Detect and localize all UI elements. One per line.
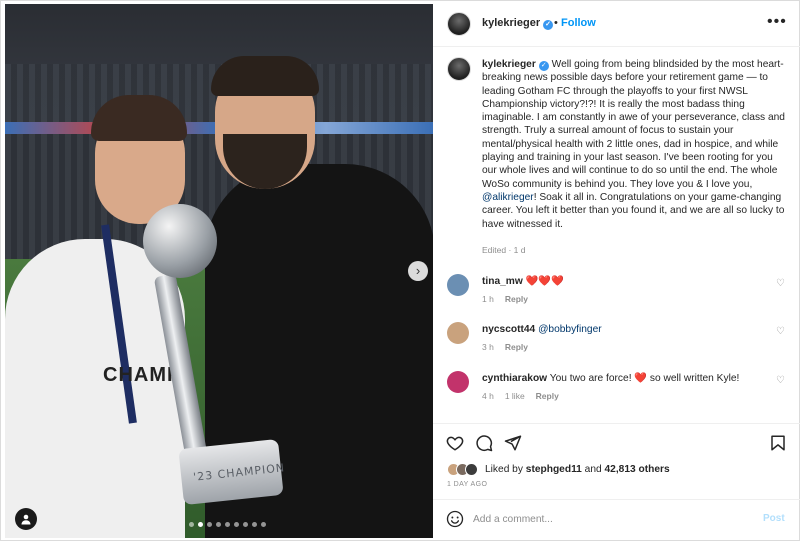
likes-text[interactable]: Liked by stephged11 and 42,813 others xyxy=(485,464,670,475)
carousel-dot xyxy=(261,522,266,527)
next-image-icon[interactable]: › xyxy=(408,261,428,281)
comment-meta: 4 h 1 like Reply xyxy=(482,391,570,401)
commenter-avatar[interactable] xyxy=(447,322,469,344)
heart-icon[interactable]: ♡ xyxy=(776,326,785,337)
action-bar xyxy=(433,423,800,459)
carousel-dot xyxy=(225,522,230,527)
header-separator: • xyxy=(554,17,558,29)
instagram-post-modal: CHAMPI '23 CHAMPION › kylekrieger ✓ • Fol… xyxy=(0,0,800,541)
comment-username[interactable]: tina_mw xyxy=(482,276,523,287)
comment-username[interactable]: nycscott44 xyxy=(482,324,535,335)
carousel-dot xyxy=(234,522,239,527)
reply-button[interactable]: Reply xyxy=(505,294,528,304)
comment-item: cynthiarakow You two are force! ❤️ so we… xyxy=(447,371,787,411)
carousel-dot xyxy=(243,522,248,527)
more-options-icon[interactable]: ••• xyxy=(767,13,787,31)
carousel-dot xyxy=(198,522,203,527)
comment-time: 1 h xyxy=(482,294,494,304)
post-timestamp: 1 DAY AGO xyxy=(447,481,488,488)
comment-line: nycscott44 @bobbyfinger xyxy=(482,324,602,335)
post-photo[interactable]: CHAMPI '23 CHAMPION › xyxy=(5,4,433,538)
commenter-avatar[interactable] xyxy=(447,274,469,296)
heart-icon[interactable]: ♡ xyxy=(776,375,785,386)
comment-hearts: ❤️❤️❤️ xyxy=(525,276,564,287)
comment-input[interactable] xyxy=(473,508,753,530)
caption-author-avatar[interactable] xyxy=(447,57,471,81)
post-details-panel: kylekrieger ✓ • Follow ••• kylekrieger ✓ W… xyxy=(433,1,800,542)
comment-username[interactable]: cynthiarakow xyxy=(482,373,547,384)
carousel-indicator xyxy=(189,522,266,527)
user-tag-icon[interactable] xyxy=(15,508,37,530)
liker-avatar xyxy=(465,463,478,476)
follow-button[interactable]: Follow xyxy=(561,17,596,29)
carousel-dot xyxy=(189,522,194,527)
reply-button[interactable]: Reply xyxy=(505,342,528,352)
heart-icon[interactable]: ♡ xyxy=(776,278,785,289)
caption-meta: Edited · 1 d xyxy=(482,245,526,255)
caption-text: kylekrieger ✓ Well going from being blind… xyxy=(482,58,787,231)
comment-heart: ❤️ xyxy=(634,373,648,384)
post-comment-button[interactable]: Post xyxy=(763,513,785,524)
comment-line: cynthiarakow You two are force! ❤️ so we… xyxy=(482,373,739,384)
verified-badge-icon: ✓ xyxy=(538,61,549,71)
comment-mention[interactable]: @bobbyfinger xyxy=(538,324,602,335)
comment-like-count[interactable]: 1 like xyxy=(505,391,525,401)
comment-time: 3 h xyxy=(482,342,494,352)
carousel-dot xyxy=(252,522,257,527)
comment-time: 4 h xyxy=(482,391,494,401)
comment-meta: 3 h Reply xyxy=(482,342,539,352)
share-icon[interactable] xyxy=(504,434,522,452)
emoji-icon[interactable] xyxy=(446,510,464,528)
caption-body-1: Well going from being blindsided by the … xyxy=(482,59,785,190)
author-avatar[interactable] xyxy=(447,12,471,36)
heart-icon[interactable] xyxy=(446,434,464,452)
verified-badge-icon: ✓ xyxy=(543,20,554,30)
photo-trophy: '23 CHAMPION xyxy=(137,204,287,524)
reply-button[interactable]: Reply xyxy=(536,391,559,401)
commenter-avatar[interactable] xyxy=(447,371,469,393)
comment-icon[interactable] xyxy=(475,434,493,452)
comment-text-after: so well written Kyle! xyxy=(647,373,740,384)
add-comment-bar: Post xyxy=(433,499,800,542)
comment-text: You two are force! xyxy=(549,373,635,384)
comment-line: tina_mw ❤️❤️❤️ xyxy=(482,276,564,287)
post-header: kylekrieger ✓ • Follow ••• xyxy=(433,1,800,47)
comment-item: nycscott44 @bobbyfinger 3 h Reply ♡ xyxy=(447,322,787,362)
save-icon[interactable] xyxy=(769,434,787,452)
comment-item: tina_mw ❤️❤️❤️ 1 h Reply ♡ xyxy=(447,274,787,314)
comment-meta: 1 h Reply xyxy=(482,294,539,304)
caption-mention[interactable]: @alikrieger xyxy=(482,192,534,203)
carousel-dot xyxy=(207,522,212,527)
author-username[interactable]: kylekrieger ✓ xyxy=(482,17,554,30)
caption-username[interactable]: kylekrieger xyxy=(482,59,536,70)
carousel-dot xyxy=(216,522,221,527)
